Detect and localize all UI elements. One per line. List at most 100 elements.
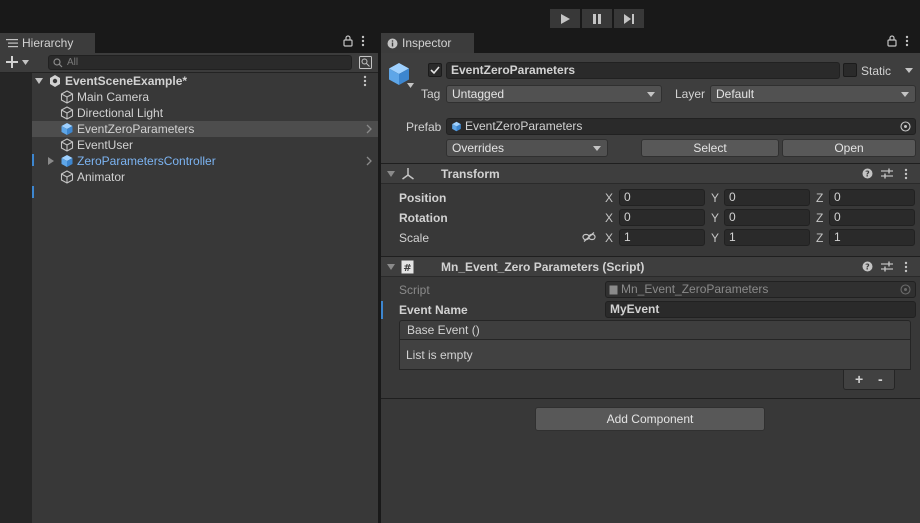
static-dropdown-caret[interactable] — [905, 68, 913, 73]
help-icon[interactable]: ? — [862, 168, 873, 179]
scale-x-field[interactable]: 1 — [619, 229, 705, 246]
expand-arrow-icon[interactable] — [48, 157, 54, 165]
scale-z-label[interactable]: Z — [816, 231, 823, 245]
expand-arrow-icon[interactable] — [35, 78, 43, 84]
position-z-label[interactable]: Z — [816, 191, 823, 205]
selection-marker — [32, 154, 34, 166]
tab-inspector[interactable]: Inspector — [381, 33, 474, 53]
rotation-x-label[interactable]: X — [605, 211, 613, 225]
step-button[interactable] — [614, 9, 644, 28]
chevron-right-icon[interactable] — [366, 124, 372, 134]
collapse-arrow-icon[interactable] — [387, 171, 395, 177]
prefab-icon — [61, 155, 73, 167]
select-button[interactable]: Select — [641, 139, 779, 157]
hierarchy-item-label: EventZeroParameters — [77, 122, 195, 136]
preset-icon[interactable] — [881, 261, 893, 272]
hierarchy-search-input[interactable]: All — [48, 55, 352, 70]
script-file-icon — [609, 285, 618, 295]
overrides-dropdown[interactable]: Overrides — [446, 139, 608, 157]
unity-scene-icon — [50, 75, 60, 87]
create-button[interactable] — [6, 56, 29, 68]
hierarchy-item-eventzeroparameters[interactable]: EventZeroParameters — [32, 121, 378, 137]
lock-icon[interactable] — [887, 35, 897, 47]
rotation-z-field[interactable]: 0 — [829, 209, 915, 226]
static-checkbox[interactable] — [843, 63, 857, 77]
chevron-right-icon[interactable] — [366, 156, 372, 166]
component-menu-icon[interactable] — [904, 168, 908, 180]
scale-y-label[interactable]: Y — [711, 231, 719, 245]
position-z-field[interactable]: 0 — [829, 189, 915, 206]
gameobject-icon — [60, 170, 74, 184]
layer-dropdown[interactable]: Default — [710, 85, 916, 103]
active-checkbox[interactable] — [428, 63, 442, 77]
prefab-icon — [61, 123, 73, 135]
search-placeholder: All — [67, 57, 79, 68]
object-picker-icon[interactable] — [900, 121, 911, 132]
rotation-x-field[interactable]: 0 — [619, 209, 705, 226]
position-y-field[interactable]: 0 — [724, 189, 810, 206]
hierarchy-item-zeroparameterscontroller[interactable]: ZeroParametersController — [32, 153, 378, 169]
scale-z-field[interactable]: 1 — [829, 229, 915, 246]
prefab-icon — [452, 121, 461, 132]
remove-item-button[interactable]: - — [878, 371, 883, 387]
prefab-field[interactable]: EventZeroParameters — [446, 118, 916, 135]
open-button[interactable]: Open — [782, 139, 916, 157]
script-label: Script — [399, 283, 430, 297]
hierarchy-item-main-camera[interactable]: Main Camera — [32, 89, 378, 105]
object-name-field[interactable]: EventZeroParameters — [446, 62, 840, 79]
scale-y-field[interactable]: 1 — [724, 229, 810, 246]
position-y-label[interactable]: Y — [711, 191, 719, 205]
play-button[interactable] — [550, 9, 580, 28]
plus-icon — [6, 56, 18, 68]
kebab-menu-icon[interactable] — [905, 35, 909, 47]
search-icon — [53, 58, 63, 68]
hierarchy-item-label: ZeroParametersController — [77, 154, 216, 168]
layer-value: Default — [716, 87, 755, 101]
hierarchy-item-animator[interactable]: Animator — [32, 169, 378, 185]
svg-text:?: ? — [865, 263, 870, 272]
lock-icon[interactable] — [343, 35, 353, 47]
overrides-value: Overrides — [452, 141, 505, 155]
script-component-header[interactable]: # Mn_Event_Zero Parameters (Script) ? — [381, 256, 920, 277]
hierarchy-item-directional-light[interactable]: Directional Light — [32, 105, 378, 121]
hierarchy-gutter — [0, 73, 32, 523]
pause-button[interactable] — [582, 9, 612, 28]
constrain-proportions-icon[interactable] — [582, 232, 596, 242]
list-empty-label: List is empty — [406, 348, 473, 362]
add-component-button[interactable]: Add Component — [535, 407, 765, 431]
event-name-field[interactable]: MyEvent — [605, 301, 916, 318]
modified-marker — [381, 301, 383, 319]
add-item-button[interactable]: + — [855, 371, 863, 387]
tag-dropdown[interactable]: Untagged — [446, 85, 662, 103]
scene-visibility-icon[interactable] — [359, 56, 372, 69]
transform-header[interactable]: Transform ? — [381, 163, 920, 184]
icon-dropdown-caret[interactable] — [407, 83, 414, 88]
tab-hierarchy[interactable]: Hierarchy — [0, 33, 95, 53]
position-x-field[interactable]: 0 — [619, 189, 705, 206]
chevron-down-icon — [647, 92, 655, 97]
rotation-y-label[interactable]: Y — [711, 211, 719, 225]
rotation-z-label[interactable]: Z — [816, 211, 823, 225]
svg-text:#: # — [403, 263, 411, 274]
script-field: Mn_Event_ZeroParameters — [605, 281, 916, 298]
preset-icon[interactable] — [881, 168, 893, 179]
position-x-label[interactable]: X — [605, 191, 613, 205]
list-icon — [6, 39, 18, 48]
transform-title: Transform — [441, 167, 500, 181]
help-icon[interactable]: ? — [862, 261, 873, 272]
hierarchy-item-label: Main Camera — [77, 90, 150, 104]
gameobject-icon — [60, 138, 74, 152]
scene-menu-icon[interactable] — [363, 75, 367, 87]
scene-row[interactable]: EventSceneExample* — [32, 73, 378, 89]
component-menu-icon[interactable] — [904, 261, 908, 273]
chevron-down-icon — [901, 92, 909, 97]
hierarchy-tabbar: Hierarchy — [0, 33, 378, 53]
scale-x-label[interactable]: X — [605, 231, 613, 245]
collapse-arrow-icon[interactable] — [387, 264, 395, 270]
position-label: Position — [399, 191, 447, 205]
play-icon — [561, 13, 570, 24]
kebab-menu-icon[interactable] — [361, 35, 365, 47]
rotation-y-field[interactable]: 0 — [724, 209, 810, 226]
hierarchy-item-eventuser[interactable]: EventUser — [32, 137, 378, 153]
event-list-title: Base Event () — [407, 323, 480, 337]
